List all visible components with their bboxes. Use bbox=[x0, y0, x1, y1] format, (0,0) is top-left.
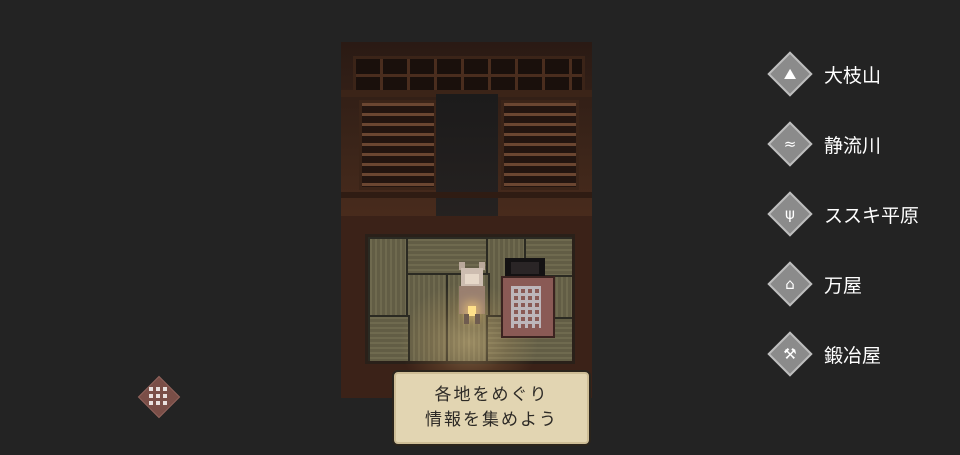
shoji-window-right bbox=[501, 100, 579, 190]
doorway bbox=[436, 94, 498, 224]
location-item-yorozuya[interactable]: ⌂ 万屋 bbox=[767, 261, 960, 310]
room-wall bbox=[341, 42, 592, 224]
location-item-kajiya[interactable]: ⚒ 鍛冶屋 bbox=[767, 331, 960, 380]
shop-icon: ⌂ bbox=[785, 275, 795, 293]
shoji-window-left bbox=[359, 100, 437, 190]
dialog-line-1: 各地をめぐり bbox=[434, 385, 549, 405]
game-scene bbox=[341, 42, 592, 402]
location-menu: ⛰ 大枝山 ≈ 静流川 ψ ススキ平原 ⌂ 万屋 ⚒ 鍛冶屋 bbox=[767, 51, 960, 384]
mountain-icon: ⛰ bbox=[783, 65, 797, 83]
location-item-oedayama[interactable]: ⛰ 大枝山 bbox=[767, 51, 960, 100]
sleeping-person-futon bbox=[501, 258, 555, 338]
dialog-box[interactable]: 各地をめぐり 情報を集めよう bbox=[392, 370, 591, 446]
menu-button[interactable] bbox=[137, 375, 181, 419]
grass-icon: ψ bbox=[785, 205, 795, 223]
location-label: 静流川 bbox=[824, 135, 882, 157]
location-label: ススキ平原 bbox=[824, 205, 920, 227]
location-item-susuki-heigen[interactable]: ψ ススキ平原 bbox=[767, 191, 960, 240]
smithy-icon: ⚒ bbox=[783, 345, 797, 363]
dialog-line-2: 情報を集めよう bbox=[425, 410, 558, 430]
river-icon: ≈ bbox=[783, 135, 797, 153]
grid-menu-icon bbox=[149, 387, 167, 405]
lower-beam bbox=[341, 192, 592, 198]
location-label: 鍛冶屋 bbox=[824, 345, 882, 367]
location-label: 万屋 bbox=[824, 275, 863, 297]
location-item-shizurugawa[interactable]: ≈ 静流川 bbox=[767, 121, 960, 170]
location-label: 大枝山 bbox=[824, 65, 882, 87]
player-character bbox=[455, 262, 489, 326]
